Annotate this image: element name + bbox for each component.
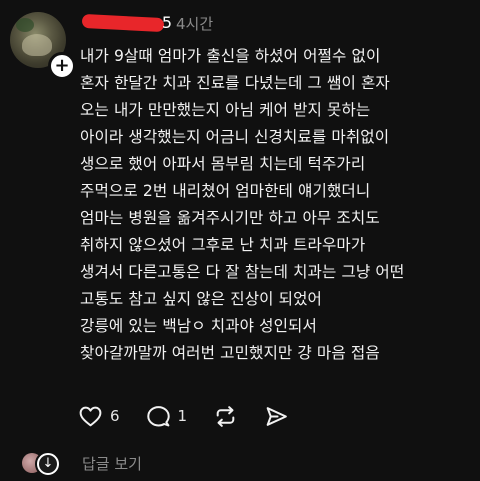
post-line: 강릉에 있는 백남ㅇ 치과야 성인되서 <box>80 317 317 335</box>
post-line: 혼자 한달간 치과 진료를 다녔는데 그 쌤이 혼자 <box>80 74 390 92</box>
comment-icon[interactable] <box>146 404 171 429</box>
reply-badge: ↓ <box>35 451 61 477</box>
arrow-down-icon: ↓ <box>42 456 54 471</box>
post-header: 5 4시간 <box>76 12 213 34</box>
post-line: 주먹으로 2번 내리쳤어 엄마한테 얘기했더니 <box>80 182 371 200</box>
author-username[interactable]: 5 <box>76 13 172 33</box>
post-line: 고통도 참고 싶지 않은 진상이 되었어 <box>80 290 322 308</box>
post-line: 엄마는 병원을 옮겨주시기만 하고 아무 조치도 <box>80 209 380 227</box>
post-line: 취하지 않으셨어 그후로 난 치과 트라우마가 <box>80 236 366 254</box>
comment-count: 1 <box>177 407 188 425</box>
post-body: 내가 9살때 엄마가 출신을 하셨어 어쩔수 없이 혼자 한달간 치과 진료를 … <box>80 43 476 367</box>
like-count: 6 <box>110 407 120 425</box>
heart-icon[interactable] <box>78 404 103 429</box>
author-username-suffix: 5 <box>161 13 172 32</box>
post-line: 생겨서 다른고통은 다 잘 참는데 치과는 그냥 어떤 <box>80 263 405 281</box>
view-replies[interactable]: ↓ 답글 보기 <box>22 450 142 477</box>
post-time: 4시간 <box>176 14 214 33</box>
view-replies-label[interactable]: 답글 보기 <box>82 453 142 474</box>
comment-button[interactable]: 1 <box>146 404 188 429</box>
send-icon[interactable] <box>264 404 289 429</box>
post-line: 생으로 했어 아파서 몸부림 치는데 턱주가리 <box>80 155 366 173</box>
repost-button[interactable] <box>213 404 238 429</box>
repost-icon[interactable] <box>213 404 238 429</box>
post-line: 아이라 생각했는지 어금니 신경치료를 마취없이 <box>80 128 390 146</box>
reply-avatars: ↓ <box>22 450 61 477</box>
like-button[interactable]: 6 <box>78 404 120 429</box>
post-actions: 6 1 <box>78 402 315 430</box>
post-line: 내가 9살때 엄마가 출신을 하셨어 어쩔수 없이 <box>80 47 381 65</box>
share-button[interactable] <box>264 404 289 429</box>
post-line: 오는 내가 만만했는지 아님 케어 받지 못하는 <box>80 101 371 119</box>
follow-plus-icon[interactable]: + <box>48 52 76 80</box>
redaction-mark <box>81 13 165 33</box>
author-avatar-container[interactable]: + <box>10 12 76 80</box>
post-line: 찾아갈까말까 여러번 고민했지만 걍 마음 접음 <box>80 344 380 362</box>
